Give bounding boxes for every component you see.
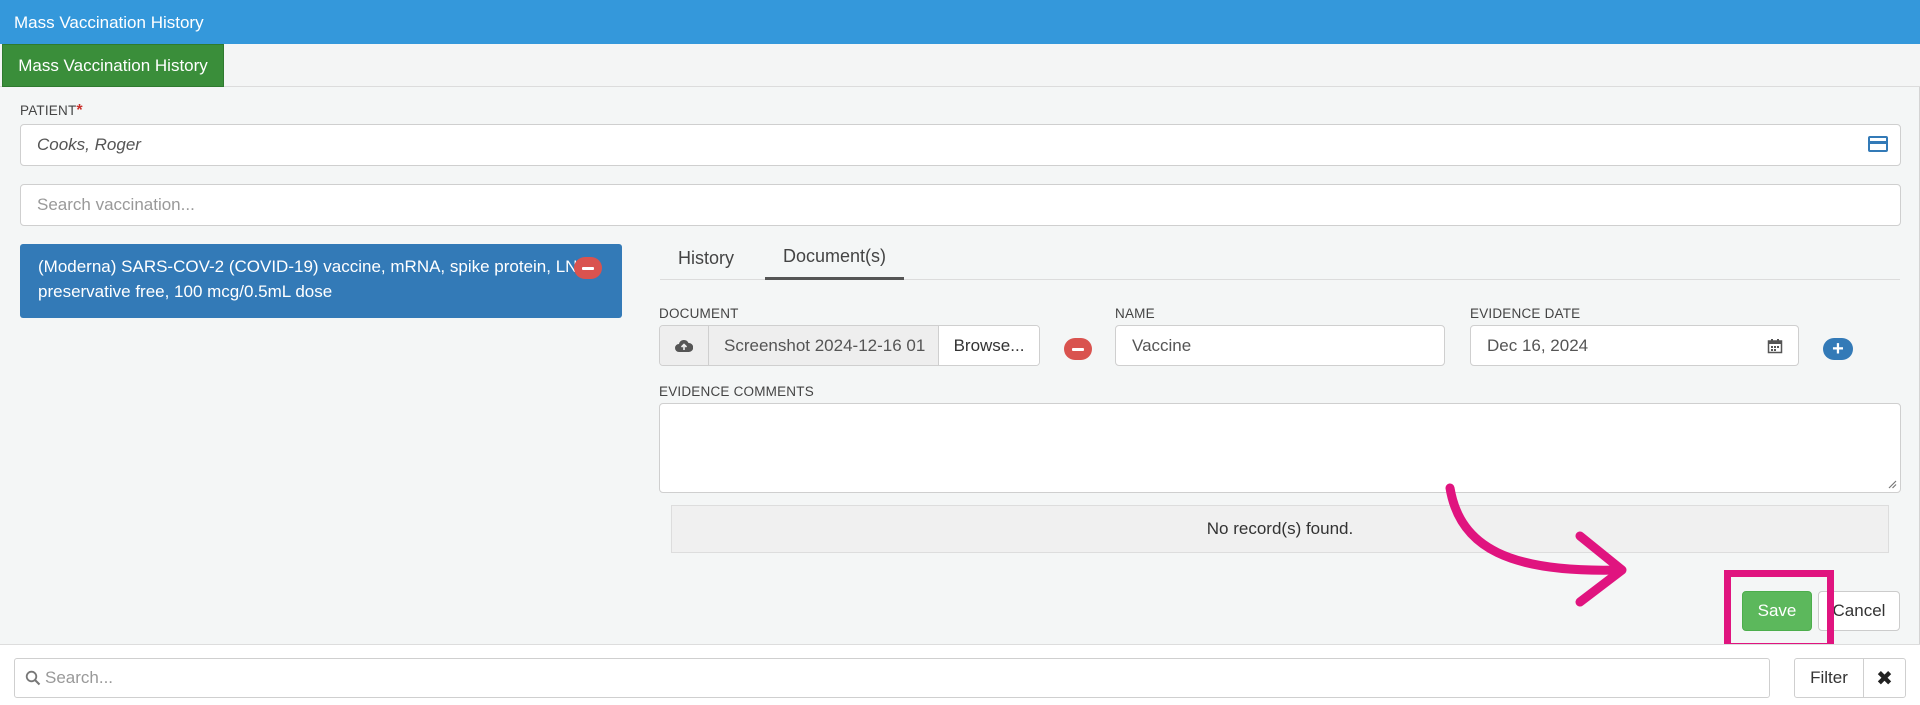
- annotation-arrow-icon: [1445, 483, 1627, 607]
- tab-history[interactable]: History: [660, 236, 752, 280]
- evidence-date-value: Dec 16, 2024: [1487, 335, 1589, 355]
- browse-button[interactable]: Browse...: [939, 326, 1039, 365]
- add-document-icon[interactable]: +: [1823, 338, 1853, 360]
- cloud-upload-icon[interactable]: [660, 326, 709, 365]
- footer-bar: Search... Filter ✖: [0, 644, 1920, 705]
- patient-card-icon[interactable]: [1868, 136, 1888, 152]
- evidence-date-label: EVIDENCE DATE: [1470, 306, 1581, 321]
- remove-document-icon[interactable]: [1064, 338, 1092, 360]
- footer-search-input[interactable]: Search...: [14, 658, 1770, 698]
- evidence-date-field[interactable]: Dec 16, 2024: [1470, 325, 1752, 366]
- name-value: Vaccine: [1132, 335, 1192, 355]
- filter-button[interactable]: Filter: [1794, 658, 1864, 698]
- footer-search-placeholder: Search...: [45, 668, 114, 687]
- document-file-input[interactable]: Screenshot 2024-12-16 01 Browse...: [659, 325, 1040, 366]
- evidence-comments-label: EVIDENCE COMMENTS: [659, 384, 814, 399]
- patient-label: PATIENT*: [20, 102, 83, 120]
- search-vaccination-placeholder: Search vaccination...: [37, 195, 195, 214]
- document-file-name: Screenshot 2024-12-16 01: [709, 326, 939, 365]
- resize-handle-icon[interactable]: [1887, 479, 1897, 489]
- detail-tabs: History Document(s): [660, 236, 1900, 280]
- search-icon: [25, 670, 41, 686]
- document-label: DOCUMENT: [659, 306, 739, 321]
- window-title-bar: Mass Vaccination History: [0, 0, 1920, 44]
- tab-documents[interactable]: Document(s): [765, 236, 905, 280]
- patient-field[interactable]: Cooks, Roger: [20, 124, 1901, 166]
- tab-mass-vaccination-history[interactable]: Mass Vaccination History: [2, 44, 224, 87]
- remove-vaccine-icon[interactable]: [574, 257, 602, 279]
- name-label: NAME: [1115, 306, 1155, 321]
- clear-filter-icon[interactable]: ✖: [1863, 658, 1906, 698]
- no-records-message: No record(s) found.: [671, 505, 1889, 553]
- save-highlight-box: [1724, 570, 1834, 650]
- search-vaccination-input[interactable]: Search vaccination...: [20, 184, 1901, 226]
- name-field[interactable]: Vaccine: [1115, 325, 1445, 366]
- evidence-comments-textarea[interactable]: [659, 403, 1901, 493]
- patient-label-text: PATIENT: [20, 103, 77, 118]
- tab-strip: Mass Vaccination History: [0, 44, 1920, 87]
- required-marker: *: [76, 102, 83, 119]
- vaccine-text: (Moderna) SARS-COV-2 (COVID-19) vaccine,…: [38, 257, 592, 301]
- patient-value: Cooks, Roger: [37, 135, 141, 154]
- window-title: Mass Vaccination History: [14, 13, 204, 32]
- selected-vaccine-item[interactable]: (Moderna) SARS-COV-2 (COVID-19) vaccine,…: [20, 244, 622, 318]
- calendar-icon[interactable]: [1751, 325, 1799, 366]
